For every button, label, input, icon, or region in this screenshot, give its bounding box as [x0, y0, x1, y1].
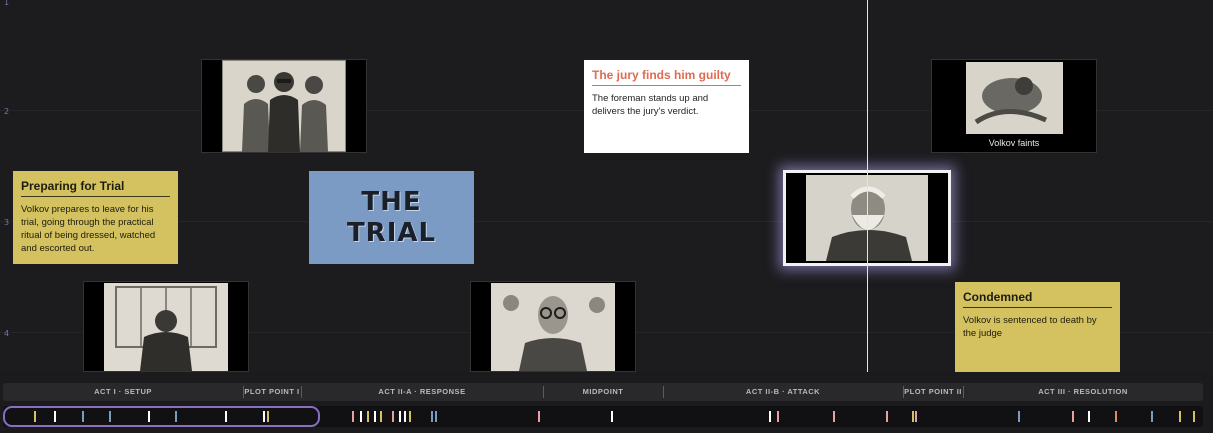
minimap-marker[interactable]: [263, 411, 265, 422]
minimap-marker[interactable]: [1193, 411, 1195, 422]
minimap-marker[interactable]: [360, 411, 362, 422]
act-label[interactable]: PLOT POINT I: [243, 383, 301, 401]
note-title: The jury finds him guilty: [592, 68, 741, 86]
timeline-minimap[interactable]: [3, 406, 1203, 427]
note-card-preparing-for-trial[interactable]: Preparing for Trial Volkov prepares to l…: [13, 171, 178, 264]
minimap-marker[interactable]: [54, 411, 56, 422]
row-number: 2: [4, 107, 10, 116]
minimap-viewport-handle[interactable]: [3, 406, 320, 427]
story-board[interactable]: 1 2 3 4 The jury finds him guilty The fo…: [0, 0, 1213, 372]
act-label[interactable]: ACT III · RESOLUTION: [963, 383, 1203, 401]
frame-card-three-men[interactable]: [201, 59, 367, 153]
minimap-marker[interactable]: [399, 411, 401, 422]
minimap-marker[interactable]: [431, 411, 433, 422]
minimap-marker[interactable]: [404, 411, 406, 422]
title-card[interactable]: THE TRIAL: [309, 171, 474, 264]
act-label[interactable]: MIDPOINT: [543, 383, 663, 401]
minimap-marker[interactable]: [833, 411, 835, 422]
minimap-marker[interactable]: [1088, 411, 1090, 422]
minimap-marker[interactable]: [109, 411, 111, 422]
minimap-marker[interactable]: [769, 411, 771, 422]
note-card-jury-verdict[interactable]: The jury finds him guilty The foreman st…: [584, 60, 749, 153]
row-divider: [0, 221, 1213, 222]
row-number: 1: [4, 0, 10, 7]
title-card-text: THE TRIAL: [346, 186, 437, 248]
note-body: Volkov prepares to leave for his trial, …: [21, 204, 156, 254]
minimap-marker[interactable]: [1115, 411, 1117, 422]
minimap-marker[interactable]: [538, 411, 540, 422]
minimap-marker[interactable]: [409, 411, 411, 422]
frame-card-glasses-man[interactable]: [470, 281, 636, 372]
faint-sketch-image: [965, 62, 1063, 134]
minimap-marker[interactable]: [352, 411, 354, 422]
minimap-marker[interactable]: [225, 411, 227, 422]
minimap-marker[interactable]: [148, 411, 150, 422]
minimap-marker[interactable]: [374, 411, 376, 422]
minimap-marker[interactable]: [915, 411, 917, 422]
minimap-marker[interactable]: [1179, 411, 1181, 422]
minimap-marker[interactable]: [1018, 411, 1020, 422]
act-label[interactable]: PLOT POINT II: [903, 383, 963, 401]
minimap-marker[interactable]: [175, 411, 177, 422]
three-men-sketch-image: [222, 60, 346, 152]
window-sketch-image: [104, 282, 228, 371]
act-structure-bar: ACT I · SETUP PLOT POINT I ACT II-A · RE…: [3, 383, 1203, 401]
frame-caption: Volkov faints: [988, 138, 1040, 148]
note-body: The foreman stands up and delivers the j…: [592, 93, 709, 117]
playhead[interactable]: [867, 0, 868, 372]
minimap-marker[interactable]: [34, 411, 36, 422]
frame-card-window[interactable]: [83, 281, 249, 372]
note-card-condemned[interactable]: Condemned Volkov is sentenced to death b…: [955, 282, 1120, 372]
minimap-marker[interactable]: [82, 411, 84, 422]
minimap-marker[interactable]: [1072, 411, 1074, 422]
minimap-marker[interactable]: [611, 411, 613, 422]
note-title: Condemned: [963, 290, 1112, 308]
act-label[interactable]: ACT II-A · RESPONSE: [301, 383, 543, 401]
act-label[interactable]: ACT I · SETUP: [3, 383, 243, 401]
minimap-marker[interactable]: [912, 411, 914, 422]
minimap-marker[interactable]: [1151, 411, 1153, 422]
minimap-marker[interactable]: [392, 411, 394, 422]
minimap-marker[interactable]: [886, 411, 888, 422]
frame-card-volkov-faints[interactable]: Volkov faints: [931, 59, 1097, 153]
act-label[interactable]: ACT II-B · ATTACK: [663, 383, 903, 401]
minimap-marker[interactable]: [267, 411, 269, 422]
minimap-marker[interactable]: [367, 411, 369, 422]
note-title: Preparing for Trial: [21, 179, 170, 197]
row-number: 4: [4, 329, 10, 338]
minimap-marker[interactable]: [380, 411, 382, 422]
note-body: Volkov is sentenced to death by the judg…: [963, 315, 1097, 339]
minimap-marker[interactable]: [777, 411, 779, 422]
minimap-marker[interactable]: [435, 411, 437, 422]
glasses-man-sketch-image: [491, 282, 615, 371]
row-number: 3: [4, 218, 10, 227]
